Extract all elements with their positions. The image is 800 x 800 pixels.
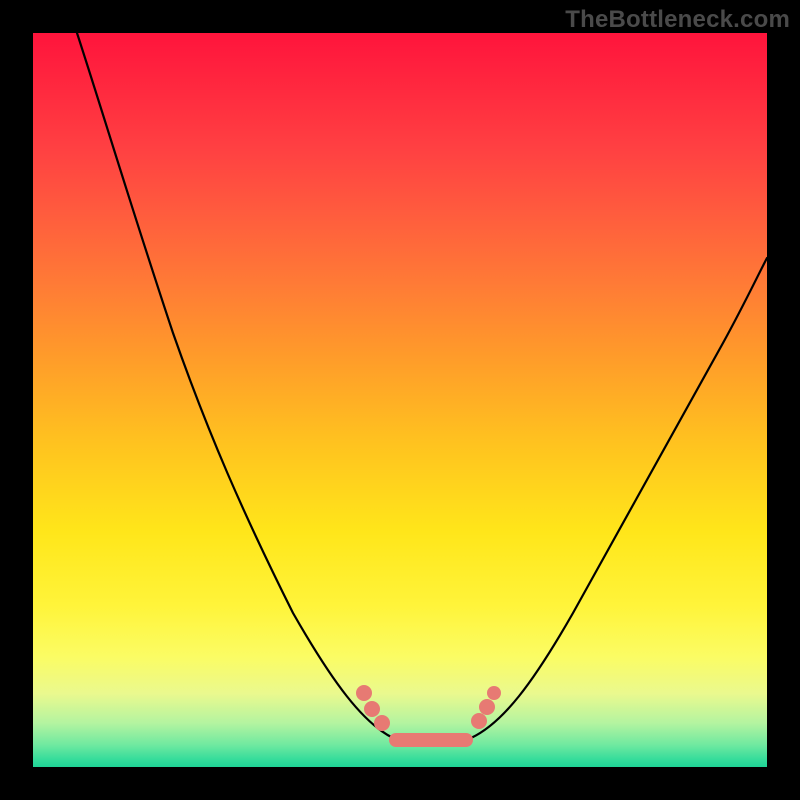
chart-frame: TheBottleneck.com	[0, 0, 800, 800]
occlusion-dot	[364, 701, 380, 717]
occlusion-dot	[374, 715, 390, 731]
curve-layer	[33, 33, 767, 767]
occlusion-markers	[356, 685, 501, 747]
watermark-text: TheBottleneck.com	[565, 6, 790, 34]
plot-area	[33, 33, 767, 767]
occlusion-dot	[487, 686, 501, 700]
occlusion-dot	[356, 685, 372, 701]
occlusion-dot	[471, 713, 487, 729]
occlusion-bar	[389, 733, 473, 747]
occlusion-dot	[479, 699, 495, 715]
curve-left-branch	[77, 33, 393, 738]
curve-right-branch	[471, 258, 767, 738]
